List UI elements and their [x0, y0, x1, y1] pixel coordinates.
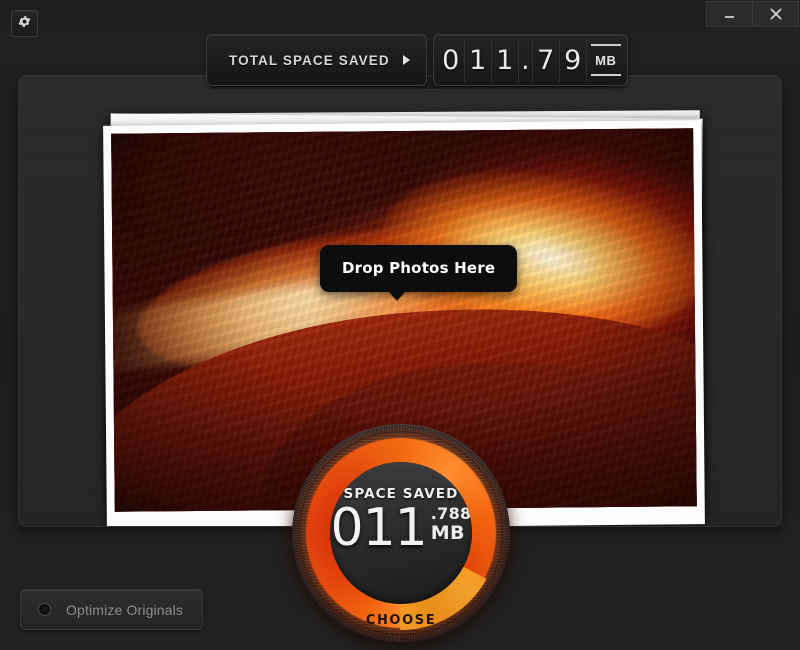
- total-digit-1: 1: [465, 38, 492, 82]
- total-space-saved-counter: TOTAL SPACE SAVED 0 1 1 . 7 9 MB: [206, 34, 628, 86]
- minimize-button[interactable]: [706, 1, 753, 27]
- total-digit-2: 1: [492, 38, 519, 82]
- drop-photos-tooltip: Drop Photos Here: [320, 245, 518, 301]
- total-digit-5: 9: [560, 38, 587, 82]
- gauge-value-fraction: .788: [430, 504, 472, 523]
- total-space-saved-button[interactable]: TOTAL SPACE SAVED: [206, 34, 427, 86]
- title-bar: [0, 0, 800, 28]
- total-space-saved-label: TOTAL SPACE SAVED: [229, 52, 390, 68]
- drop-photos-tooltip-text: Drop Photos Here: [320, 245, 518, 292]
- gear-icon: [17, 14, 32, 34]
- triangle-right-icon: [402, 55, 410, 65]
- tooltip-tail: [388, 291, 406, 301]
- settings-button[interactable]: [11, 10, 38, 37]
- gauge-value-suffix: .788 MB: [431, 506, 472, 544]
- gauge-value-integer: 011: [330, 498, 428, 558]
- total-digit-separator: .: [519, 38, 533, 82]
- gauge-value-unit: MB: [430, 522, 465, 544]
- space-saved-gauge: CHOOSE SPACE SAVED 011 .788 MB: [292, 424, 510, 642]
- total-digit-0: 0: [438, 38, 465, 82]
- radio-circle-icon[interactable]: [38, 603, 51, 616]
- window-controls: [706, 1, 799, 27]
- total-unit-label: MB: [590, 44, 621, 76]
- gauge-value: 011 .788 MB: [331, 502, 472, 554]
- jpegmini-window: TOTAL SPACE SAVED 0 1 1 . 7 9 MB Drop Ph…: [0, 0, 800, 650]
- choose-button-label[interactable]: CHOOSE: [292, 613, 510, 628]
- optimize-originals-label: Optimize Originals: [66, 601, 184, 618]
- total-digit-4: 7: [533, 38, 560, 82]
- total-digits-display: 0 1 1 . 7 9 MB: [432, 34, 628, 86]
- close-button[interactable]: [752, 1, 799, 27]
- gauge-face: SPACE SAVED 011 .788 MB: [330, 462, 472, 604]
- optimize-originals-toggle[interactable]: Optimize Originals: [20, 589, 203, 630]
